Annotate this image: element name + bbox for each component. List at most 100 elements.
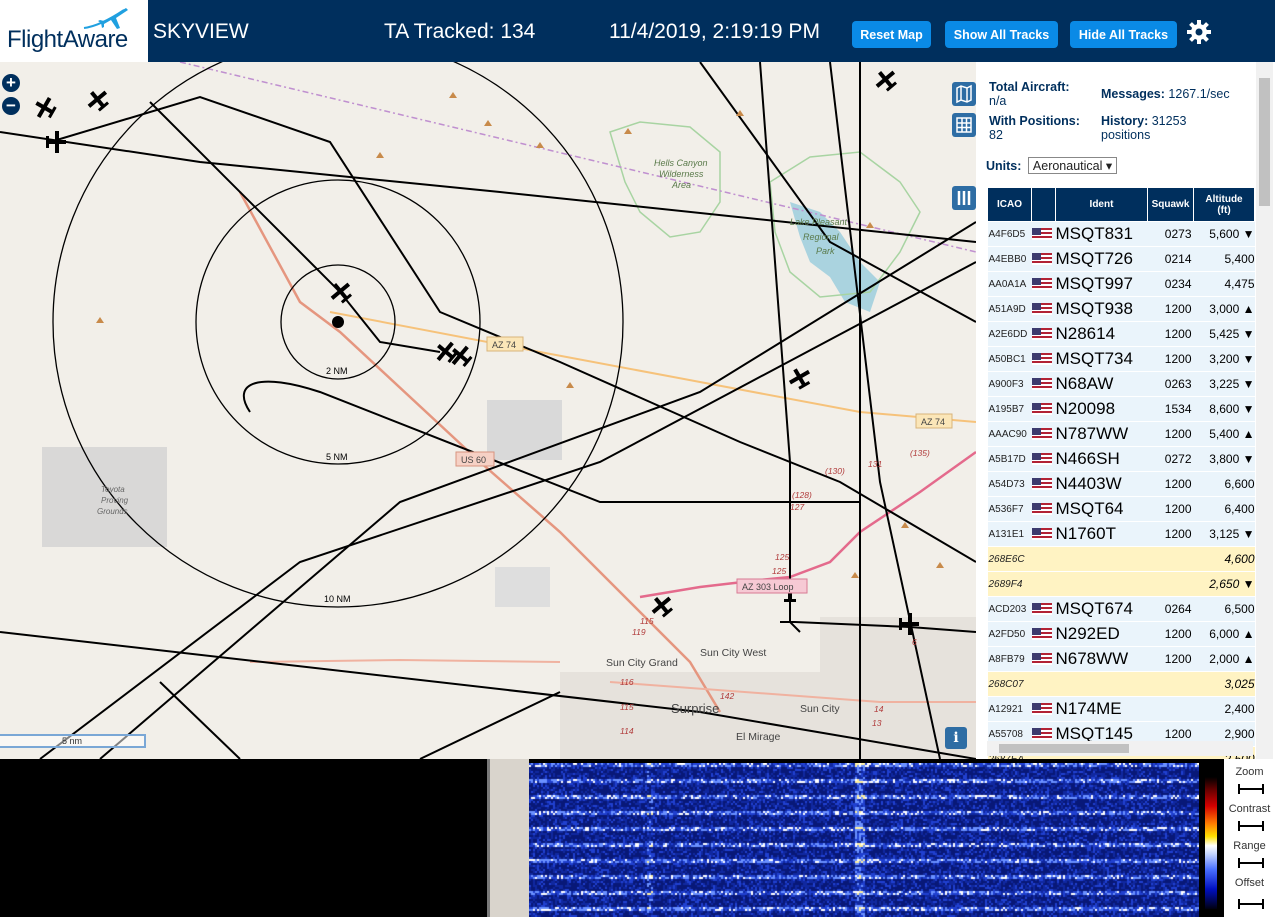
table-row[interactable]: A5B17D N466SH 0272 3,800 ▼: [987, 446, 1255, 472]
ident-cell: MSQT938: [1055, 296, 1148, 322]
ident-cell: N28614: [1055, 321, 1148, 347]
panel-divider[interactable]: [487, 759, 529, 917]
icao-cell: 2689F4: [987, 571, 1032, 597]
table-row[interactable]: A2FD50 N292ED 1200 6,000 ▲: [987, 621, 1255, 647]
scrollbar-thumb[interactable]: [999, 744, 1129, 753]
table-row[interactable]: 2689F4 2,650 ▼: [987, 571, 1255, 597]
altitude-cell: 5,400: [1193, 246, 1255, 272]
altitude-cell: 3,125 ▼: [1193, 521, 1255, 547]
grid-toggle-button[interactable]: [952, 113, 976, 137]
show-all-tracks-button[interactable]: Show All Tracks: [945, 21, 1058, 48]
table-row[interactable]: A131E1 N1760T 1200 3,125 ▼: [987, 521, 1255, 547]
total-aircraft-value: n/a: [989, 94, 1007, 108]
ident-cell: N1760T: [1055, 521, 1148, 547]
ident-cell: MSQT64: [1055, 496, 1148, 522]
altitude-cell: 3,200 ▼: [1193, 346, 1255, 372]
squawk-cell: 1200: [1147, 346, 1194, 372]
squawk-cell: 1200: [1147, 496, 1194, 522]
flag-cell: [1031, 221, 1056, 247]
map-canvas[interactable]: 2 NM 5 NM 10 NM AZ 74 AZ 74 US 60 AZ 303…: [0, 62, 976, 759]
flightaware-logo[interactable]: FlightAware: [0, 0, 148, 62]
waterfall-display[interactable]: [529, 763, 1199, 917]
zoom-slider[interactable]: [1238, 784, 1264, 794]
flag-cell: [1031, 346, 1056, 372]
table-row[interactable]: A51A9D MSQT938 1200 3,000 ▲: [987, 296, 1255, 322]
grid-icon: [956, 117, 972, 133]
aircraft-icon[interactable]: [871, 65, 901, 94]
altitude-cell: 5,600 ▼: [1193, 221, 1255, 247]
units-select[interactable]: Aeronautical ▾: [1027, 157, 1118, 174]
range-slider[interactable]: [1238, 858, 1264, 868]
squawk-cell: [1147, 671, 1194, 697]
altitude-cell: 2,400: [1193, 696, 1255, 722]
aircraft-icon[interactable]: [31, 93, 59, 122]
table-row[interactable]: A8FB79 N678WW 1200 2,000 ▲: [987, 646, 1255, 672]
col-squawk[interactable]: Squawk: [1147, 187, 1194, 222]
gear-icon[interactable]: [1186, 19, 1212, 45]
col-altitude[interactable]: Altitude (ft): [1193, 187, 1255, 222]
place-label: Sun City Grand: [606, 657, 678, 669]
place-label: Lake Pleasant: [790, 217, 848, 227]
vertical-scrollbar[interactable]: [1256, 62, 1273, 759]
col-altitude-unit: (ft): [1217, 204, 1231, 216]
table-row[interactable]: ACD203 MSQT674 0264 6,500: [987, 596, 1255, 622]
table-row[interactable]: A4F6D5 MSQT831 0273 5,600 ▼: [987, 221, 1255, 247]
messages-label: Messages:: [1101, 87, 1165, 101]
table-row[interactable]: A50BC1 MSQT734 1200 3,200 ▼: [987, 346, 1255, 372]
table-row[interactable]: AA0A1A MSQT997 0234 4,475: [987, 271, 1255, 297]
place-label: Regional: [803, 232, 840, 242]
table-row[interactable]: 268C07 3,025: [987, 671, 1255, 697]
table-row[interactable]: AAAC90 N787WW 1200 5,400 ▲: [987, 421, 1255, 447]
us-flag-icon: [1031, 252, 1052, 265]
aircraft-icon[interactable]: [46, 131, 66, 153]
map-scale: 5 nm: [0, 734, 146, 748]
col-flag[interactable]: [1031, 187, 1056, 222]
route-number: (130): [825, 466, 845, 476]
table-row[interactable]: 268E6C 4,600: [987, 546, 1255, 572]
table-row[interactable]: A195B7 N20098 1534 8,600 ▼: [987, 396, 1255, 422]
table-row[interactable]: A4EBB0 MSQT726 0214 5,400: [987, 246, 1255, 272]
map-layers-button[interactable]: [952, 82, 976, 106]
icao-cell: 268C07: [987, 671, 1032, 697]
col-ident[interactable]: Ident: [1055, 187, 1148, 222]
horizontal-scrollbar[interactable]: [987, 741, 1253, 756]
icao-cell: A50BC1: [987, 346, 1032, 372]
altitude-cell: 3,225 ▼: [1193, 371, 1255, 397]
flag-cell: [1031, 596, 1056, 622]
place-label: Hells Canyon: [654, 158, 708, 168]
tracked-count: TA Tracked: 134: [384, 20, 536, 43]
squawk-cell: 1200: [1147, 646, 1194, 672]
map-view[interactable]: 2 NM 5 NM 10 NM AZ 74 AZ 74 US 60 AZ 303…: [0, 62, 976, 759]
map-icon: [956, 84, 972, 104]
reset-map-button[interactable]: Reset Map: [852, 21, 931, 48]
info-button[interactable]: i: [945, 727, 967, 749]
icao-cell: A8FB79: [987, 646, 1032, 672]
contrast-slider[interactable]: [1238, 821, 1264, 831]
table-row[interactable]: A54D73 N4403W 1200 6,600: [987, 471, 1255, 497]
altitude-cell: 5,400 ▲: [1193, 421, 1255, 447]
us-flag-icon: [1031, 427, 1052, 440]
altitude-cell: 8,600 ▼: [1193, 396, 1255, 422]
columns-toggle-button[interactable]: [952, 186, 976, 210]
table-row[interactable]: A2E6DD N28614 1200 5,425 ▼: [987, 321, 1255, 347]
squawk-cell: 1200: [1147, 471, 1194, 497]
route-number: (128): [792, 490, 812, 500]
aircraft-icons[interactable]: [31, 65, 919, 635]
table-row[interactable]: A900F3 N68AW 0263 3,225 ▼: [987, 371, 1255, 397]
aircraft-icon[interactable]: [83, 85, 113, 114]
offset-slider[interactable]: [1238, 899, 1264, 909]
table-row[interactable]: A12921 N174ME 2,400: [987, 696, 1255, 722]
us-flag-icon: [1031, 527, 1052, 540]
col-icao[interactable]: ICAO: [987, 187, 1032, 222]
aircraft-icon[interactable]: [785, 364, 814, 392]
hide-all-tracks-button[interactable]: Hide All Tracks: [1070, 21, 1177, 48]
zoom-in-button[interactable]: +: [2, 74, 20, 92]
table-row[interactable]: A536F7 MSQT64 1200 6,400: [987, 496, 1255, 522]
flag-cell: [1031, 446, 1056, 472]
scrollbar-thumb[interactable]: [1259, 78, 1270, 206]
ident-cell: MSQT734: [1055, 346, 1148, 372]
with-positions-label: With Positions:: [989, 114, 1080, 128]
ring-label-2nm: 2 NM: [326, 366, 348, 376]
icao-cell: A5B17D: [987, 446, 1032, 472]
zoom-out-button[interactable]: −: [2, 97, 20, 115]
